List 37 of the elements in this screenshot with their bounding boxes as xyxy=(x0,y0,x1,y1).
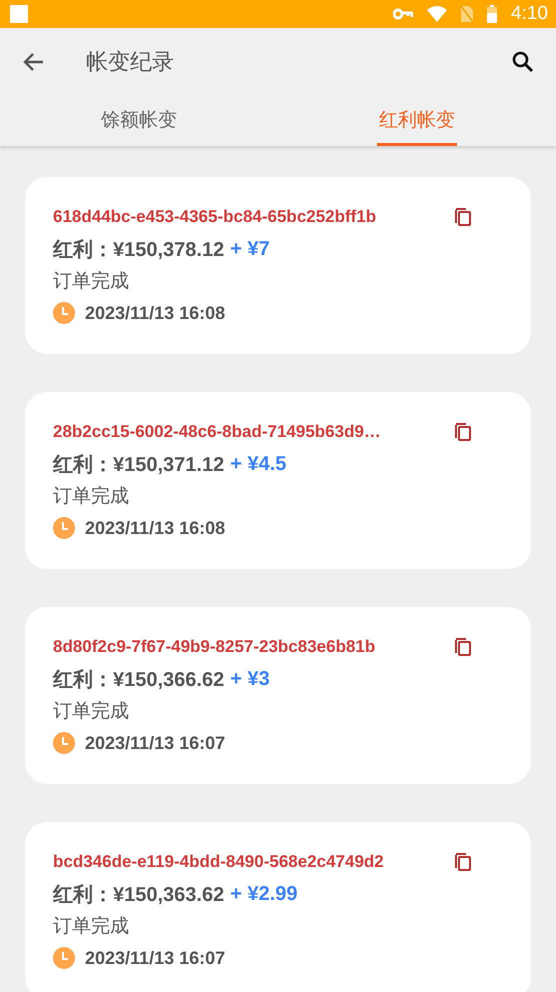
record-time: 2023/11/13 16:07 xyxy=(85,732,226,754)
order-id: 28b2cc15-6002-48c6-8bad-71495b63d9… xyxy=(53,422,382,442)
clock-icon xyxy=(53,302,75,324)
tab[interactable]: 红利帐变 xyxy=(377,96,457,146)
clock-icon xyxy=(53,517,75,539)
notification-icon xyxy=(10,5,28,23)
key-icon xyxy=(393,8,414,20)
clock-icon xyxy=(53,732,75,754)
bonus-balance: 红利：¥150,371.12 xyxy=(53,452,224,478)
bonus-change: + ¥4.5 xyxy=(230,452,286,476)
clock-icon xyxy=(53,947,75,969)
order-status: 订单完成 xyxy=(53,915,129,939)
tab[interactable]: 馀额帐变 xyxy=(99,96,179,146)
no-sim-icon xyxy=(461,6,474,22)
order-id: 8d80f2c9-7f67-49b9-8257-23bc83e6b81b xyxy=(53,637,376,657)
bonus-change: + ¥3 xyxy=(230,668,270,690)
order-id: 618d44bc-e453-4365-bc84-65bc252bff1b xyxy=(53,207,378,227)
bonus-balance: 红利：¥150,366.62 xyxy=(53,668,224,692)
page-title: 帐变纪录 xyxy=(86,48,175,76)
copy-icon[interactable] xyxy=(454,207,472,227)
copy-icon[interactable] xyxy=(454,422,472,442)
battery-icon xyxy=(487,5,498,23)
wifi-icon xyxy=(427,6,448,22)
order-status: 订单完成 xyxy=(53,270,129,294)
order-status: 订单完成 xyxy=(53,485,129,509)
copy-icon[interactable] xyxy=(454,637,472,657)
record-time: 2023/11/13 16:08 xyxy=(85,518,226,538)
bonus-change: + ¥2.99 xyxy=(230,882,298,906)
order-status: 订单完成 xyxy=(53,700,129,724)
bonus-balance: 红利：¥150,378.12 xyxy=(53,238,224,262)
clock-time: 4:10 xyxy=(511,3,548,25)
copy-icon[interactable] xyxy=(454,852,472,872)
bonus-change: + ¥7 xyxy=(230,238,270,260)
record-time: 2023/11/13 16:07 xyxy=(85,948,226,968)
bonus-balance: 红利：¥150,363.62 xyxy=(53,882,224,908)
order-id: bcd346de-e119-4bdd-8490-568e2c4749d2 xyxy=(53,852,385,872)
record-time: 2023/11/13 16:08 xyxy=(85,302,226,324)
